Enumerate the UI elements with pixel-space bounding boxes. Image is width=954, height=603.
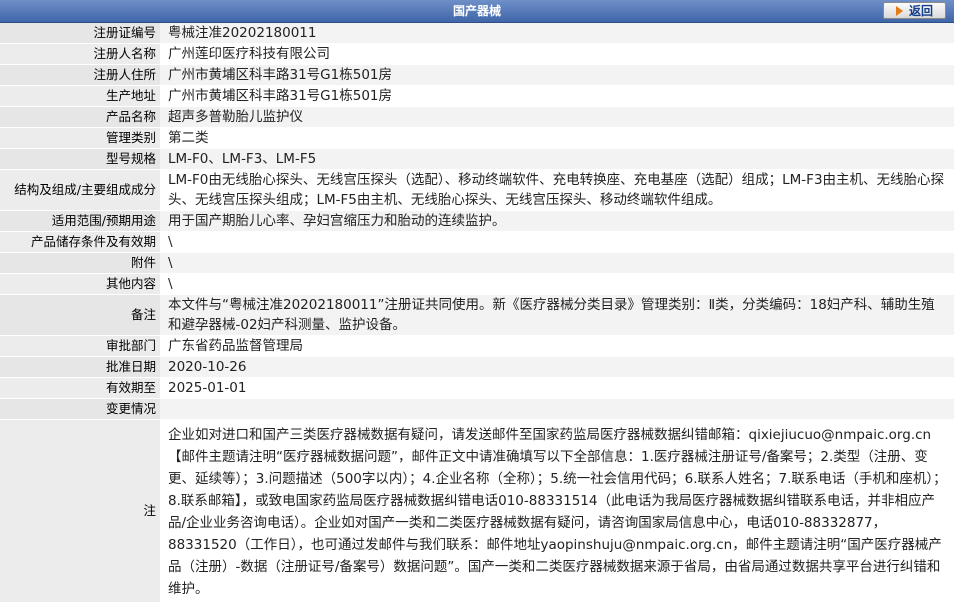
field-label: 产品名称 — [0, 106, 160, 128]
arrow-right-icon — [895, 5, 903, 16]
back-button-label: 返回 — [908, 4, 933, 18]
field-value: 超声多普勒胎儿监护仪 — [160, 106, 954, 128]
table-row: 有效期至 2025-01-01 — [0, 377, 954, 399]
table-row: 批准日期 2020-10-26 — [0, 356, 954, 378]
table-row: 注册人住所 广州市黄埔区科丰路31号G1栋501房 — [0, 64, 954, 86]
page: 国产器械 返回 注册证编号 粤械注准20202180011 注册人名称 广州莲印… — [0, 0, 954, 603]
field-label: 型号规格 — [0, 148, 160, 170]
field-label: 其他内容 — [0, 273, 160, 295]
table-row: 其他内容 \ — [0, 273, 954, 295]
table-row: 注册证编号 粤械注准20202180011 — [0, 23, 954, 44]
table-row: 生产地址 广州市黄埔区科丰路31号G1栋501房 — [0, 85, 954, 107]
field-label: 适用范围/预期用途 — [0, 210, 160, 232]
table-row: 型号规格 LM-F0、LM-F3、LM-F5 — [0, 148, 954, 170]
table-row: 审批部门 广东省药品监督管理局 — [0, 335, 954, 357]
field-label: 注册证编号 — [0, 23, 160, 44]
back-button[interactable]: 返回 — [883, 2, 946, 19]
table-row: 管理类别 第二类 — [0, 127, 954, 149]
field-label: 管理类别 — [0, 127, 160, 149]
page-title: 国产器械 — [452, 4, 501, 18]
field-value: 广州市黄埔区科丰路31号G1栋501房 — [160, 64, 954, 86]
detail-table: 注册证编号 粤械注准20202180011 注册人名称 广州莲印医疗科技有限公司… — [0, 23, 954, 603]
field-label: 注册人名称 — [0, 43, 160, 65]
field-label: 备注 — [0, 294, 160, 336]
field-label: 产品储存条件及有效期 — [0, 231, 160, 253]
note-row: 注 企业如对进口和国产三类医疗器械数据有疑问，请发送邮件至国家药监局医疗器械数据… — [0, 419, 954, 603]
field-value: 用于国产期胎儿心率、孕妇宫缩压力和胎动的连续监护。 — [160, 210, 954, 232]
table-row: 注册人名称 广州莲印医疗科技有限公司 — [0, 43, 954, 65]
note-text: 企业如对进口和国产三类医疗器械数据有疑问，请发送邮件至国家药监局医疗器械数据纠错… — [160, 419, 954, 603]
field-value — [160, 398, 954, 420]
field-value: 2020-10-26 — [160, 356, 954, 378]
field-label: 有效期至 — [0, 377, 160, 399]
field-value: LM-F0由无线胎心探头、无线宫压探头（选配）、移动终端软件、充电转换座、充电基… — [160, 169, 954, 211]
field-label: 生产地址 — [0, 85, 160, 107]
field-label: 变更情况 — [0, 398, 160, 420]
field-value: 第二类 — [160, 127, 954, 149]
table-row: 变更情况 — [0, 398, 954, 420]
field-value: LM-F0、LM-F3、LM-F5 — [160, 148, 954, 170]
field-value: 广东省药品监督管理局 — [160, 335, 954, 357]
note-label: 注 — [0, 419, 160, 603]
field-label: 附件 — [0, 252, 160, 274]
title-bar: 国产器械 返回 — [0, 0, 954, 23]
field-value: \ — [160, 273, 954, 295]
field-label: 审批部门 — [0, 335, 160, 357]
field-value: 广州市黄埔区科丰路31号G1栋501房 — [160, 85, 954, 107]
table-row: 适用范围/预期用途 用于国产期胎儿心率、孕妇宫缩压力和胎动的连续监护。 — [0, 210, 954, 232]
table-row: 产品名称 超声多普勒胎儿监护仪 — [0, 106, 954, 128]
field-label: 批准日期 — [0, 356, 160, 378]
field-value: 广州莲印医疗科技有限公司 — [160, 43, 954, 65]
field-value: \ — [160, 252, 954, 274]
table-row: 附件 \ — [0, 252, 954, 274]
field-value: 本文件与“粤械注准20202180011”注册证共同使用。新《医疗器械分类目录》… — [160, 294, 954, 336]
table-row: 备注 本文件与“粤械注准20202180011”注册证共同使用。新《医疗器械分类… — [0, 294, 954, 336]
table-row: 结构及组成/主要组成成分 LM-F0由无线胎心探头、无线宫压探头（选配）、移动终… — [0, 169, 954, 211]
field-value: \ — [160, 231, 954, 253]
field-label: 注册人住所 — [0, 64, 160, 86]
field-value: 2025-01-01 — [160, 377, 954, 399]
field-value: 粤械注准20202180011 — [160, 23, 954, 44]
table-row: 产品储存条件及有效期 \ — [0, 231, 954, 253]
field-label: 结构及组成/主要组成成分 — [0, 169, 160, 211]
